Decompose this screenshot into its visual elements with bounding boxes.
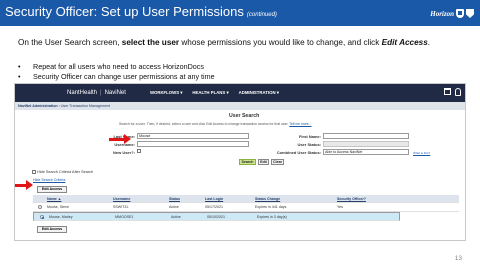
nav-health-plans[interactable]: HEALTH PLANS ▾ — [192, 90, 228, 96]
bell-icon[interactable] — [455, 88, 461, 96]
table-header-row: Name ▲ Username Status Last Login Status… — [33, 195, 459, 203]
what-is-this-link[interactable]: What is this? — [413, 151, 430, 155]
arrow-to-edit-access — [15, 180, 33, 190]
cell-username: MMOOSE1 — [115, 214, 134, 219]
nav-administration[interactable]: ADMINISTRATION ▾ — [239, 90, 279, 96]
combined-status-label: Combined User Status: — [276, 150, 321, 155]
top-navigation-bar: NantHealth | NaviNet WORKFLOWS ▾ HEALTH … — [15, 84, 465, 102]
bullet-item: • Security Officer can change user permis… — [18, 72, 215, 82]
edit-button[interactable]: Edit — [258, 159, 269, 165]
flag-icon[interactable] — [444, 88, 451, 95]
combined-status-select[interactable]: Able to Access NaviNet — [323, 149, 409, 155]
instruction-paragraph: On the User Search screen, select the us… — [18, 37, 468, 49]
intro-text-1: On the User Search screen, — [18, 38, 120, 47]
cell-security-officer: Yes — [337, 205, 343, 209]
logo-separator: | — [100, 90, 102, 96]
brand-text: Horizon — [430, 9, 454, 18]
new-user-label: New User?: — [112, 150, 135, 155]
breadcrumb-user-transaction: User Transaction Management — [60, 104, 110, 108]
breadcrumb-admin[interactable]: NaviNet Administration — [18, 104, 58, 108]
cell-last-login: 05/17/2021 — [205, 205, 223, 209]
hide-criteria-checkbox[interactable] — [32, 170, 36, 174]
edit-access-button-bottom[interactable]: Edit Access — [37, 226, 67, 233]
column-last-login[interactable]: Last Login — [205, 197, 255, 201]
blue-shield-icon — [466, 9, 474, 18]
row-select-radio[interactable] — [38, 205, 42, 209]
bullet-icon: • — [18, 71, 21, 81]
intro-bold-select-user: select the user — [121, 38, 180, 47]
cell-last-login: 05/10/2021 — [207, 214, 225, 219]
breadcrumb: NaviNet Administration › User Transactio… — [15, 102, 465, 110]
row-radio-cell — [33, 205, 47, 209]
last-name-input[interactable]: Moose — [137, 133, 249, 139]
user-results-table: Name ▲ Username Status Last Login Status… — [33, 195, 459, 221]
cell-name: Moose, Steve — [47, 205, 69, 209]
bullet-text: Repeat for all users who need to access … — [33, 62, 204, 71]
help-text: Search for a user. Then, if desired, sel… — [119, 122, 312, 126]
navinet-label: NaviNet — [104, 90, 126, 96]
username-input[interactable] — [137, 141, 249, 147]
intro-period: . — [427, 38, 431, 47]
column-name[interactable]: Name ▲ — [47, 197, 113, 201]
bullet-item: • Repeat for all users who need to access… — [18, 62, 215, 72]
bullet-text: Security Officer can change user permiss… — [33, 71, 215, 81]
arrow-head-icon — [124, 134, 131, 144]
first-name-input[interactable] — [323, 133, 409, 139]
tell-me-more-link[interactable]: Tell me more... — [289, 122, 311, 126]
breadcrumb-separator: › — [58, 104, 60, 108]
table-row-selected[interactable]: Moose, Marley MMOOSE1 Active 05/10/2021 … — [33, 212, 400, 221]
cell-username: SSWITZL — [113, 205, 129, 209]
intro-text-2: whose permissions you would like to chan… — [181, 38, 380, 47]
page-number: 13 — [454, 255, 462, 262]
column-security-officer[interactable]: Security Officer? — [337, 197, 397, 201]
intro-edit-access: Edit Access — [381, 38, 428, 47]
nanthealth-label: NantHealth — [67, 90, 98, 96]
edit-access-button-top[interactable]: Edit Access — [37, 186, 67, 193]
bullet-icon: • — [18, 62, 21, 71]
column-status-change[interactable]: Status Change — [255, 197, 337, 201]
arrow-to-last-name — [109, 134, 131, 144]
cell-status: Active — [171, 214, 181, 219]
column-username[interactable]: Username — [113, 197, 169, 201]
cell-status: Active — [169, 205, 179, 209]
slide-header: Security Officer: Set up User Permission… — [0, 0, 480, 26]
cell-status-change: Expires in 3 day(s) — [257, 214, 287, 219]
clear-button[interactable]: Clear — [271, 159, 284, 165]
navinet-logo[interactable]: NantHealth | NaviNet — [67, 90, 126, 96]
bullet-list: • Repeat for all users who need to access… — [18, 62, 215, 81]
horizon-logo: Horizon — [430, 7, 474, 20]
hide-criteria-label: Hide Search Criteria After Search — [37, 170, 94, 174]
help-description: Search for a user. Then, if desired, sel… — [119, 122, 289, 126]
row-select-radio[interactable] — [40, 214, 44, 219]
slide-title: Security Officer: Set up User Permission… — [5, 4, 277, 19]
user-status-label: User Status: — [297, 142, 321, 147]
nav-workflows[interactable]: WORKFLOWS ▾ — [150, 90, 182, 96]
column-status[interactable]: Status — [169, 197, 205, 201]
first-name-label: First Name: — [298, 134, 321, 139]
navinet-screenshot: NantHealth | NaviNet WORKFLOWS ▾ HEALTH … — [14, 83, 466, 241]
arrow-shaft — [109, 137, 125, 141]
arrow-head-icon — [26, 180, 33, 190]
cell-status-change: Expires in 441 days — [255, 205, 287, 209]
panel-title: User Search — [229, 113, 260, 119]
search-button[interactable]: Search — [239, 159, 256, 165]
row-radio-cell — [35, 214, 49, 219]
new-user-checkbox[interactable] — [137, 149, 141, 153]
user-status-field — [323, 141, 409, 147]
blue-cross-icon — [456, 9, 464, 18]
table-row[interactable]: Moose, Steve SSWITZL Active 05/17/2021 E… — [33, 203, 459, 212]
slide-title-suffix: (continued) — [246, 12, 277, 18]
slide-title-text: Security Officer: Set up User Permission… — [5, 4, 244, 19]
cell-name: Moose, Marley — [49, 214, 73, 219]
hide-criteria-link[interactable]: Hide Search Criteria — [33, 178, 65, 182]
